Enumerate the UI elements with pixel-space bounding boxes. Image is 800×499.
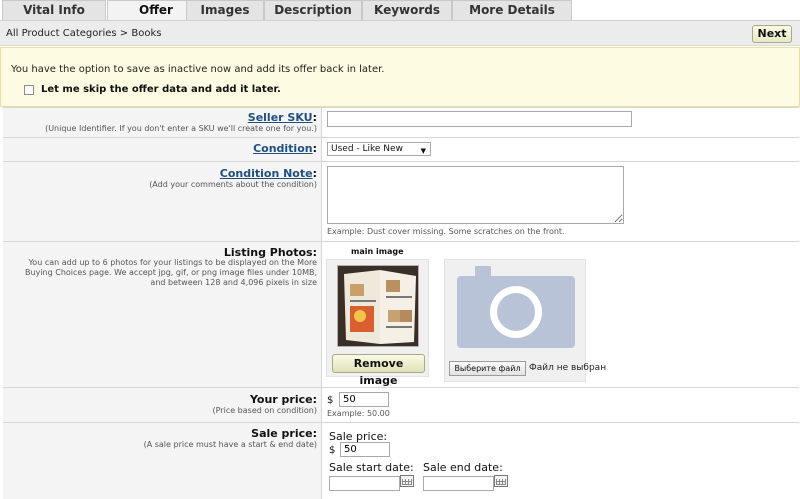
info-message: You have the option to save as inactive … xyxy=(11,64,385,75)
file-status-text: Файл не выбран xyxy=(529,363,607,373)
sale-price-currency: $ xyxy=(329,445,336,456)
seller-sku-label-cell: Seller SKU: (Unique Identifier. If you d… xyxy=(3,108,322,137)
your-price-example: Example: 50.00 xyxy=(327,409,390,418)
skip-offer-label[interactable]: Let me skip the offer data and add it la… xyxy=(41,84,281,95)
sale-end-date-input[interactable] xyxy=(423,476,494,491)
sale-start-date-label: Sale start date: xyxy=(329,461,414,474)
calendar-icon[interactable] xyxy=(400,475,414,487)
sale-price-input[interactable] xyxy=(340,442,390,457)
sale-price-title: Sale price: xyxy=(251,427,317,440)
listing-photos-hint: You can add up to 6 photos for your list… xyxy=(25,258,317,287)
your-price-title: Your price: xyxy=(249,393,317,406)
seller-sku-hint: (Unique Identifier. If you don't enter a… xyxy=(45,124,317,133)
condition-selected-value: Used - Like New xyxy=(331,144,403,154)
calendar-icon[interactable] xyxy=(494,475,508,487)
condition-note-hint: (Add your comments about the condition) xyxy=(149,180,317,189)
seller-sku-colon: : xyxy=(312,111,317,124)
your-price-hint: (Price based on condition) xyxy=(212,406,318,415)
next-button[interactable]: Next xyxy=(752,25,792,43)
condition-note-row: Condition Note: (Add your comments about… xyxy=(3,161,799,241)
info-box: You have the option to save as inactive … xyxy=(0,47,800,107)
main-image-title: main image xyxy=(351,247,404,256)
condition-select[interactable]: Used - Like New ▼ xyxy=(327,142,431,156)
sale-price-row: Sale price: (A sale price must have a st… xyxy=(3,422,799,499)
skip-offer-checkbox[interactable] xyxy=(24,85,34,95)
condition-note-link[interactable]: Condition Note xyxy=(220,167,313,180)
sale-start-date-input[interactable] xyxy=(329,476,400,491)
book-photo-icon xyxy=(338,266,418,346)
seller-sku-link[interactable]: Seller SKU xyxy=(248,111,313,124)
seller-sku-input[interactable] xyxy=(327,111,632,127)
tab-images[interactable]: Images xyxy=(186,0,264,20)
choose-file-button[interactable]: Выберите файл xyxy=(449,361,526,376)
tab-description[interactable]: Description xyxy=(264,0,362,20)
your-price-input[interactable] xyxy=(339,392,389,407)
tab-more-details[interactable]: More Details xyxy=(452,0,572,20)
breadcrumb: All Product Categories > Books xyxy=(6,28,162,39)
listing-photos-row: Listing Photos: You can add up to 6 phot… xyxy=(3,241,799,387)
condition-row: Condition: Used - Like New ▼ xyxy=(3,137,799,161)
your-price-label-cell: Your price: (Price based on condition) xyxy=(3,388,322,422)
camera-placeholder-icon xyxy=(457,266,575,348)
breadcrumb-bar: All Product Categories > Books Next xyxy=(0,20,800,46)
sale-end-date-label: Sale end date: xyxy=(423,461,503,474)
condition-link[interactable]: Condition xyxy=(253,142,313,155)
condition-note-example: Example: Dust cover missing. Some scratc… xyxy=(327,227,565,236)
your-price-row: Your price: (Price based on condition) $… xyxy=(3,387,799,422)
your-price-currency: $ xyxy=(327,395,334,406)
main-image-box: Remove image xyxy=(326,259,429,387)
condition-colon: : xyxy=(312,142,317,155)
condition-note-colon: : xyxy=(312,167,317,180)
tab-vital-info[interactable]: Vital Info xyxy=(2,0,106,20)
tab-bar: Vital Info Offer Images Description Keyw… xyxy=(0,0,800,21)
sale-price-label-cell: Sale price: (A sale price must have a st… xyxy=(3,423,322,499)
condition-note-label-cell: Condition Note: (Add your comments about… xyxy=(3,162,322,241)
tab-keywords[interactable]: Keywords xyxy=(362,0,452,20)
condition-label-cell: Condition: xyxy=(3,138,322,161)
listing-photos-label-cell: Listing Photos: You can add up to 6 phot… xyxy=(3,242,322,387)
dropdown-arrow-icon: ▼ xyxy=(420,147,426,155)
condition-note-textarea[interactable] xyxy=(327,166,624,224)
seller-sku-row: Seller SKU: (Unique Identifier. If you d… xyxy=(3,107,799,137)
remove-image-button[interactable]: Remove image xyxy=(332,354,425,387)
sale-price-hint: (A sale price must have a start & end da… xyxy=(143,440,317,449)
additional-image-box: Выберите файл Файл не выбран xyxy=(444,259,606,382)
main-image-thumbnail xyxy=(337,265,419,347)
